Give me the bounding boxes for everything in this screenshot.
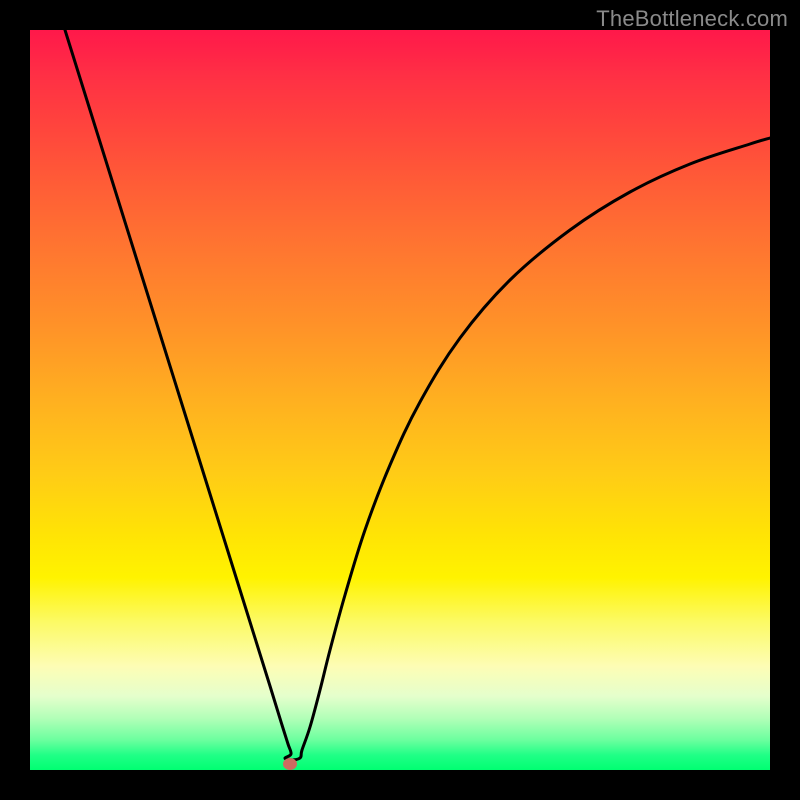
chart-frame: TheBottleneck.com <box>0 0 800 800</box>
curve-path <box>65 30 770 760</box>
optimum-marker <box>283 758 297 770</box>
watermark-text: TheBottleneck.com <box>596 6 788 32</box>
bottleneck-curve <box>30 30 770 770</box>
plot-area <box>30 30 770 770</box>
